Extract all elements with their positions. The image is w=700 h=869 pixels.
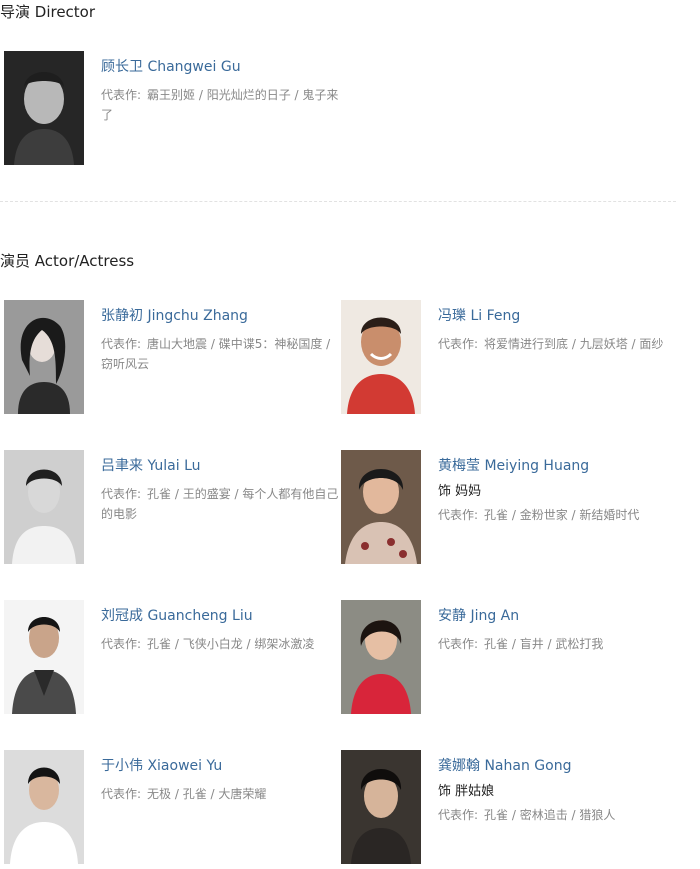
works-label: 代表作: bbox=[101, 787, 142, 801]
person-name-link[interactable]: 刘冠成 Guancheng Liu bbox=[101, 606, 339, 626]
actor-photo[interactable] bbox=[4, 750, 84, 864]
works-label: 代表作: bbox=[438, 637, 479, 651]
works-label: 代表作: bbox=[101, 88, 142, 102]
actor-info: 安静 Jing An 代表作: 孔雀 / 盲井 / 武松打我 bbox=[438, 606, 676, 654]
works-list: 孔雀 / 密林追击 / 猎狼人 bbox=[484, 808, 616, 822]
actor-info: 吕聿来 Yulai Lu 代表作: 孔雀 / 王的盛宴 / 每个人都有他自己的电影 bbox=[101, 456, 339, 524]
section-divider bbox=[0, 201, 676, 202]
actor-photo[interactable] bbox=[341, 300, 421, 414]
works-label: 代表作: bbox=[101, 487, 142, 501]
works-list: 将爱情进行到底 / 九层妖塔 / 面纱 bbox=[484, 337, 664, 351]
actor-info: 于小伟 Xiaowei Yu 代表作: 无极 / 孔雀 / 大唐荣耀 bbox=[101, 756, 339, 804]
actor-photo[interactable] bbox=[4, 300, 84, 414]
person-name-link[interactable]: 张静初 Jingchu Zhang bbox=[101, 306, 339, 326]
works-list: 孔雀 / 金粉世家 / 新结婚时代 bbox=[484, 508, 640, 522]
actor-card: 刘冠成 Guancheng Liu 代表作: 孔雀 / 飞侠小白龙 / 绑架冰激凌 bbox=[4, 600, 341, 716]
actor-photo[interactable] bbox=[4, 450, 84, 564]
actor-info: 冯瓅 Li Feng 代表作: 将爱情进行到底 / 九层妖塔 / 面纱 bbox=[438, 306, 676, 354]
representative-works: 代表作: 唐山大地震 / 碟中谍5：神秘国度 / 窃听风云 bbox=[101, 334, 339, 374]
actor-photo[interactable] bbox=[341, 750, 421, 864]
representative-works: 代表作: 孔雀 / 金粉世家 / 新结婚时代 bbox=[438, 505, 676, 525]
person-name-link[interactable]: 吕聿来 Yulai Lu bbox=[101, 456, 339, 476]
person-name-link[interactable]: 龚娜翰 Nahan Gong bbox=[438, 756, 676, 776]
representative-works: 代表作: 孔雀 / 王的盛宴 / 每个人都有他自己的电影 bbox=[101, 484, 339, 524]
works-list: 无极 / 孔雀 / 大唐荣耀 bbox=[147, 787, 267, 801]
actor-info: 张静初 Jingchu Zhang 代表作: 唐山大地震 / 碟中谍5：神秘国度 … bbox=[101, 306, 339, 374]
actor-section-title: 演员 Actor/Actress bbox=[0, 252, 135, 270]
works-list: 孔雀 / 盲井 / 武松打我 bbox=[484, 637, 604, 651]
works-label: 代表作: bbox=[101, 637, 142, 651]
representative-works: 代表作: 将爱情进行到底 / 九层妖塔 / 面纱 bbox=[438, 334, 676, 354]
person-name-link[interactable]: 黄梅莹 Meiying Huang bbox=[438, 456, 676, 476]
actor-card: 吕聿来 Yulai Lu 代表作: 孔雀 / 王的盛宴 / 每个人都有他自己的电影 bbox=[4, 450, 341, 566]
director-section-title: 导演 Director bbox=[0, 3, 96, 21]
actor-card: 于小伟 Xiaowei Yu 代表作: 无极 / 孔雀 / 大唐荣耀 bbox=[4, 750, 341, 866]
character-role: 饰 妈妈 bbox=[438, 484, 482, 499]
actor-photo[interactable] bbox=[341, 600, 421, 714]
person-name-link[interactable]: 安静 Jing An bbox=[438, 606, 676, 626]
representative-works: 代表作: 孔雀 / 盲井 / 武松打我 bbox=[438, 634, 676, 654]
actor-photo[interactable] bbox=[341, 450, 421, 564]
actor-card: 龚娜翰 Nahan Gong 饰 胖姑娘 代表作: 孔雀 / 密林追击 / 猎狼人 bbox=[341, 750, 678, 866]
representative-works: 代表作: 霸王别姬 / 阳光灿烂的日子 / 鬼子来了 bbox=[101, 85, 339, 125]
representative-works: 代表作: 孔雀 / 密林追击 / 猎狼人 bbox=[438, 805, 676, 825]
person-name-link[interactable]: 冯瓅 Li Feng bbox=[438, 306, 676, 326]
actor-card: 张静初 Jingchu Zhang 代表作: 唐山大地震 / 碟中谍5：神秘国度 … bbox=[4, 300, 341, 416]
works-list: 孔雀 / 飞侠小白龙 / 绑架冰激凌 bbox=[147, 637, 315, 651]
representative-works: 代表作: 孔雀 / 飞侠小白龙 / 绑架冰激凌 bbox=[101, 634, 339, 654]
person-name-link[interactable]: 顾长卫 Changwei Gu bbox=[101, 57, 339, 77]
works-label: 代表作: bbox=[438, 508, 479, 522]
actor-info: 刘冠成 Guancheng Liu 代表作: 孔雀 / 飞侠小白龙 / 绑架冰激凌 bbox=[101, 606, 339, 654]
actor-info: 龚娜翰 Nahan Gong 饰 胖姑娘 代表作: 孔雀 / 密林追击 / 猎狼人 bbox=[438, 756, 676, 825]
works-label: 代表作: bbox=[438, 337, 479, 351]
actor-photo[interactable] bbox=[4, 600, 84, 714]
person-name-link[interactable]: 于小伟 Xiaowei Yu bbox=[101, 756, 339, 776]
director-photo[interactable] bbox=[4, 51, 84, 165]
character-role: 饰 胖姑娘 bbox=[438, 784, 495, 799]
works-label: 代表作: bbox=[438, 808, 479, 822]
actor-card: 黄梅莹 Meiying Huang 饰 妈妈 代表作: 孔雀 / 金粉世家 / 新… bbox=[341, 450, 678, 566]
director-card: 顾长卫 Changwei Gu 代表作: 霸王别姬 / 阳光灿烂的日子 / 鬼子来… bbox=[4, 51, 341, 167]
actor-info: 黄梅莹 Meiying Huang 饰 妈妈 代表作: 孔雀 / 金粉世家 / 新… bbox=[438, 456, 676, 525]
actor-card: 冯瓅 Li Feng 代表作: 将爱情进行到底 / 九层妖塔 / 面纱 bbox=[341, 300, 678, 416]
representative-works: 代表作: 无极 / 孔雀 / 大唐荣耀 bbox=[101, 784, 339, 804]
director-info: 顾长卫 Changwei Gu 代表作: 霸王别姬 / 阳光灿烂的日子 / 鬼子来… bbox=[101, 57, 339, 125]
works-label: 代表作: bbox=[101, 337, 142, 351]
actor-card: 安静 Jing An 代表作: 孔雀 / 盲井 / 武松打我 bbox=[341, 600, 678, 716]
